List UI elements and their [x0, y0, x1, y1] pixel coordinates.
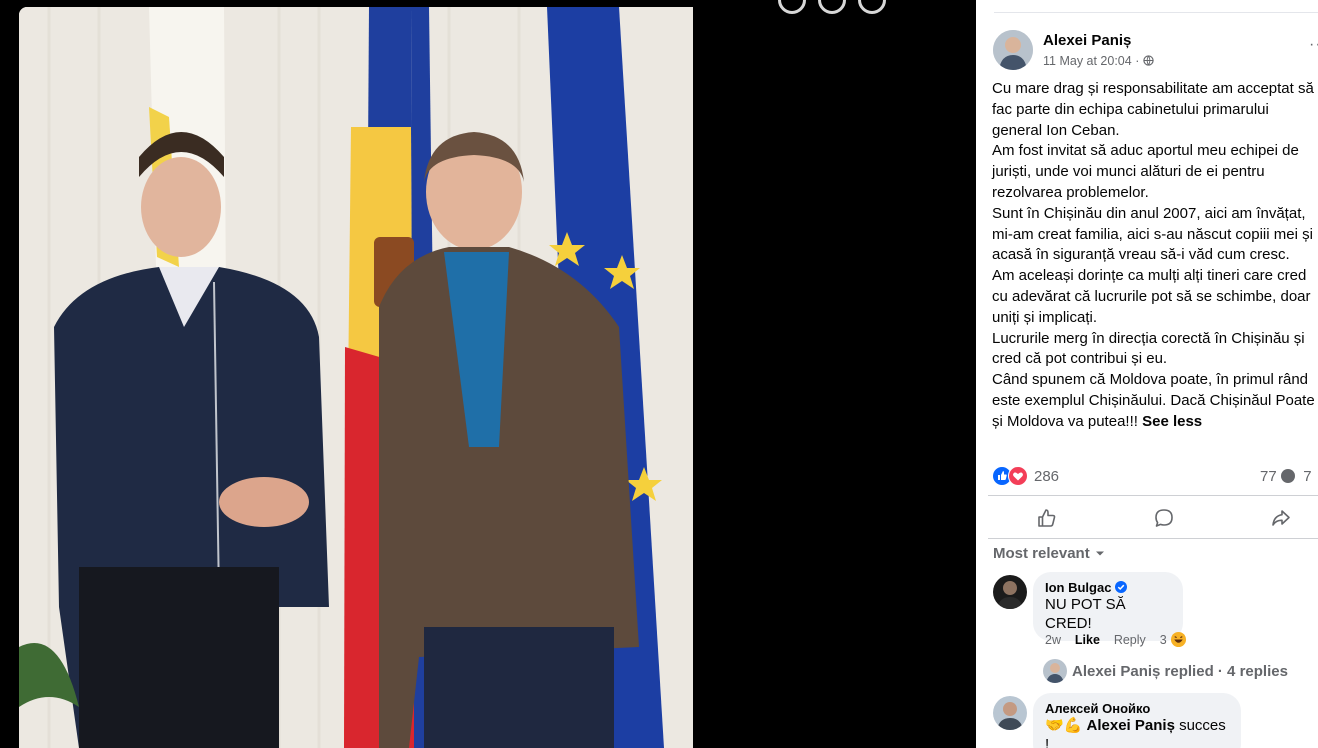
post-text-line: acasă în siguranță vreau să-i văd cum cr…: [992, 246, 1290, 264]
comment-author[interactable]: Ion Bulgac: [1045, 580, 1171, 595]
post-text-line: Lucrurile merg în direcția corectă în Ch…: [992, 329, 1305, 347]
post-text-line: cu adevărat că lucrurile pot să se schim…: [992, 287, 1311, 305]
see-less-link[interactable]: See less: [1142, 413, 1202, 430]
comment-count[interactable]: 77 7: [1260, 468, 1312, 485]
photo-viewer: [0, 0, 976, 748]
post-photo[interactable]: [19, 7, 693, 748]
like-icon[interactable]: [1034, 506, 1060, 530]
reaction-icons[interactable]: [992, 466, 1028, 486]
comment-bubble: Алексей Онойко 🤝💪 Alexei Paniș succes !: [1033, 693, 1241, 748]
reactions-bar: 286 77 7: [992, 465, 1318, 487]
love-reaction-icon: [1008, 466, 1028, 486]
carousel-indicator: [778, 0, 898, 19]
comment-author[interactable]: Алексей Онойко: [1045, 701, 1229, 716]
post-text-line: este exemplul Chișinăului. Dacă Chișinău…: [992, 391, 1315, 409]
comment-actions: 2w Like Reply 3: [1045, 631, 1187, 648]
indicator-dot: [778, 0, 806, 14]
haha-reaction-icon: [1170, 631, 1187, 648]
post-text-line: și Moldova va putea!!! See less: [992, 412, 1318, 433]
comment-icon[interactable]: [1151, 506, 1177, 530]
actions-divider: [988, 538, 1318, 539]
share-count[interactable]: 7: [1303, 468, 1311, 485]
post-text-line: mi-am creat familia, aici s-au născut co…: [992, 225, 1313, 243]
globe-icon: [1143, 54, 1154, 68]
panel-divider: [994, 12, 1318, 13]
indicator-dot: [818, 0, 846, 14]
commenter-avatar[interactable]: [993, 696, 1027, 730]
post-text: Cu mare drag și responsabilitate am acce…: [992, 79, 1318, 433]
reaction-count[interactable]: 286: [1034, 468, 1059, 485]
comment-mention[interactable]: Alexei Paniș: [1087, 717, 1175, 734]
comment-reply-button[interactable]: Reply: [1114, 633, 1146, 647]
comment-author-name: Ion Bulgac: [1045, 580, 1112, 595]
post-text-line: Sunt în Chișinău din anul 2007, aici am …: [992, 204, 1306, 222]
post-text-line: Am aceleași dorințe ca mulți alți tineri…: [992, 267, 1307, 285]
verified-badge-icon: [1115, 580, 1128, 595]
post-author[interactable]: Alexei Paniș: [1043, 32, 1131, 49]
emoji-icon: 🤝💪: [1045, 717, 1083, 734]
post-text-line: juriști, unde voi munci alături de ei pe…: [992, 163, 1265, 181]
author-avatar[interactable]: [993, 30, 1033, 70]
avatar-image: [993, 30, 1033, 70]
post-meta: 11 May at 20:04 ·: [1043, 54, 1154, 68]
post-text-line: fac parte din echipa cabinetului primaru…: [992, 100, 1269, 118]
post-text-line: Am fost invitat să aduc aportul meu echi…: [992, 142, 1299, 160]
more-icon[interactable]: ··: [1309, 36, 1318, 54]
comment-text: 🤝💪 Alexei Paniș succes !: [1045, 716, 1229, 748]
caret-down-icon: [1094, 545, 1106, 562]
comment-time[interactable]: 2w: [1045, 633, 1061, 647]
comment-reaction-count[interactable]: 3: [1160, 633, 1167, 647]
reactions-divider: [988, 495, 1318, 496]
post-text-last: și Moldova va putea!!!: [992, 412, 1138, 430]
photo-illustration: [19, 7, 693, 748]
post-panel: Alexei Paniș 11 May at 20:04 · ·· Cu mar…: [976, 0, 1318, 748]
post-text-line: Cu mare drag și responsabilitate am acce…: [992, 80, 1314, 97]
post-date[interactable]: 11 May at 20:04 ·: [1043, 54, 1143, 68]
commenter-avatar[interactable]: [993, 575, 1027, 609]
indicator-dot: [858, 0, 886, 14]
comment-like-button[interactable]: Like: [1075, 633, 1100, 647]
post-text-line: uniți și implicați.: [992, 308, 1098, 326]
post-text-line: cred că pot contribui și eu.: [992, 350, 1168, 368]
view-replies-link[interactable]: Alexei Paniș replied · 4 replies: [1072, 663, 1288, 680]
comment-sort-dropdown[interactable]: Most relevant: [993, 545, 1106, 562]
post-text-line: Când spunem că Moldova poate, în primul …: [992, 371, 1309, 389]
comment-bubble-icon: [1280, 469, 1295, 483]
sort-label: Most relevant: [993, 545, 1090, 562]
replier-avatar: [1043, 659, 1067, 683]
post-text-line: rezolvarea problemelor.: [992, 183, 1149, 201]
comment-text: NU POT SĂ CRED!: [1045, 596, 1126, 632]
share-icon[interactable]: [1268, 506, 1294, 530]
comment-count-value: 77: [1260, 468, 1277, 485]
post-actions: [976, 506, 1318, 530]
post-text-line: general Ion Ceban.: [992, 121, 1120, 139]
